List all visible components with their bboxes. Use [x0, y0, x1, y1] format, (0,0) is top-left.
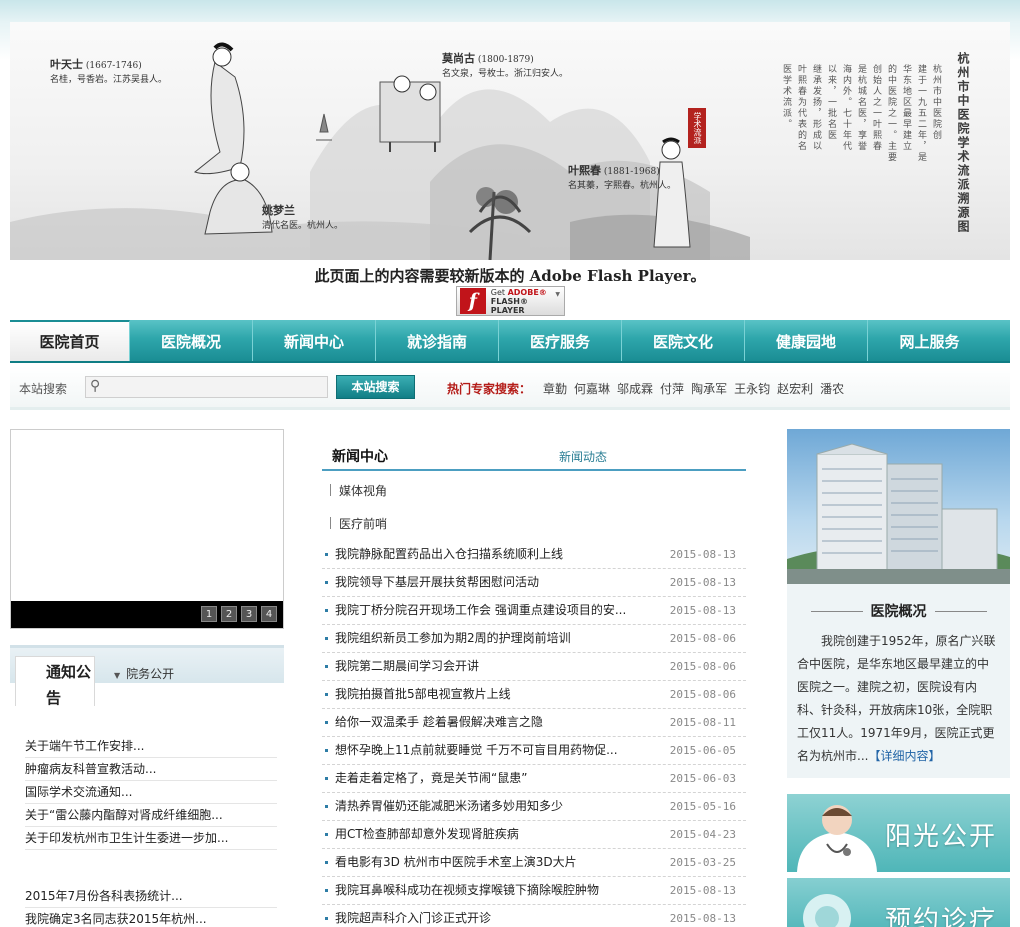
hot-expert-link[interactable]: 何嘉琳 [574, 380, 610, 397]
news-item[interactable]: 我院超声科介入门诊正式开诊 2015-08-13 [322, 905, 746, 927]
appointment-text: 预约诊疗 [885, 906, 998, 927]
notice-item[interactable]: 关于印发杭州市卫生计生委进一步加... [25, 827, 277, 850]
news-item[interactable]: 我院第二期晨间学习会开讲 2015-08-06 [322, 653, 746, 681]
hot-expert-link[interactable]: 陶承军 [691, 380, 727, 397]
triangle-down-icon: ▼ [114, 671, 121, 680]
news-item[interactable]: 我院拍摄首批5部电视宣教片上线 2015-08-06 [322, 681, 746, 709]
search-input-box[interactable]: ⚲ [85, 376, 328, 398]
hospital-building-image [787, 429, 1010, 584]
flash-logo-icon: f [460, 288, 486, 314]
news-item[interactable]: 想怀孕晚上11点前就要睡觉 千万不可盲目用药物促... 2015-06-05 [322, 737, 746, 765]
notice-item[interactable]: 关于“雷公藤内酯醇对肾成纤维细胞... [25, 804, 277, 827]
news-item[interactable]: 我院静脉配置药品出入仓扫描系统顺利上线 2015-08-13 [322, 541, 746, 569]
nav-item-guide[interactable]: 就诊指南 [376, 320, 499, 361]
sunshine-public-text: 阳光公开 [885, 822, 998, 852]
news-item[interactable]: 清热养胃催奶还能减肥米汤诸多妙用知多少 2015-05-16 [322, 793, 746, 821]
hot-expert-link[interactable]: 赵宏利 [777, 380, 813, 397]
search-button[interactable]: 本站搜索 [336, 375, 415, 399]
banner-body-col: 的中医院之一。主要 [886, 64, 896, 163]
news-item[interactable]: 我院组织新员工参加为期2周的护理岗前培训 2015-08-06 [322, 625, 746, 653]
hospital-overview-panel: 医院概况 我院创建于1952年，原名广兴联合中医院，是华东地区最早建立的中医院之… [787, 429, 1010, 778]
news-item[interactable]: 我院丁桥分院召开现场工作会 强调重点建设项目的安... 2015-08-13 [322, 597, 746, 625]
search-label: 本站搜索 [19, 382, 68, 396]
notice-list: 关于端午节工作安排... 肿瘤病友科普宣教活动... 国际学术交流通知... 关… [25, 735, 277, 850]
banner-body-col: 继承发扬，形成以 [811, 64, 821, 152]
news-item[interactable]: 我院领导下基层开展扶贫帮困慰问活动 2015-08-13 [322, 569, 746, 597]
news-list: 我院静脉配置药品出入仓扫描系统顺利上线 2015-08-13 我院领导下基层开展扶… [322, 541, 746, 927]
notice-tab-bar: 通知公告 ▼ 院务公开 [10, 645, 284, 707]
nav-item-news[interactable]: 新闻中心 [253, 320, 376, 361]
search-input[interactable] [110, 378, 324, 396]
nav-item-health[interactable]: 健康园地 [745, 320, 868, 361]
slider-page-button[interactable]: 4 [261, 606, 277, 622]
news-item[interactable]: 用CT检查肺部却意外发现肾脏疾病 2015-04-23 [322, 821, 746, 849]
overview-text: 我院创建于1952年，原名广兴联合中医院，是华东地区最早建立的中医院之一。建院之… [797, 634, 996, 763]
hot-experts-list: 章勤 何嘉琳 邬成霖 付萍 陶承军 王永钧 赵宏利 潘农 [543, 380, 844, 397]
slider-control-bar: 1 2 3 4 [11, 601, 283, 628]
hot-expert-link[interactable]: 潘农 [820, 380, 844, 397]
banner-body-col: 杭州市中医院创 [931, 64, 941, 141]
nav-item-culture[interactable]: 医院文化 [622, 320, 745, 361]
flash-upgrade-message: 此页面上的内容需要较新版本的 Adobe Flash Player。 [314, 267, 706, 285]
news-item[interactable]: 我院耳鼻喉科成功在视频支撑喉镜下摘除喉腔肿物 2015-08-13 [322, 877, 746, 905]
caption-mo-shanggu: 莫尚古 (1800-1879) 名文泉，号枚士。浙江归安人。 [442, 52, 569, 79]
image-slider: 1 2 3 4 [10, 429, 284, 629]
nav-item-home[interactable]: 医院首页 [10, 320, 130, 361]
nav-item-overview[interactable]: 医院概况 [130, 320, 253, 361]
hot-expert-link[interactable]: 王永钧 [734, 380, 770, 397]
notice-item[interactable]: 关于端午节工作安排... [25, 735, 277, 758]
notice-item[interactable]: 国际学术交流通知... [25, 781, 277, 804]
sunshine-public-banner[interactable]: 阳光公开 [787, 794, 1010, 872]
news-section-title[interactable]: 新闻中心 [332, 446, 388, 466]
overview-title[interactable]: 医院概况 [787, 601, 1010, 621]
notice-item[interactable]: 肿瘤病友科普宣教活动... [25, 758, 277, 781]
hot-expert-link[interactable]: 邬成霖 [617, 380, 653, 397]
banner-title: 杭州市中医院学术流派溯源图 [956, 52, 970, 234]
tab-hospital-affairs[interactable]: ▼ 院务公开 [114, 665, 174, 682]
appointment-banner[interactable]: 预约诊疗 [787, 878, 1010, 927]
news-item[interactable]: 给你一双温柔手 趁着暑假解决难言之隐 2015-08-11 [322, 709, 746, 737]
banner-body-col: 叶熙春为代表的名 [796, 64, 806, 152]
news-dynamics-link[interactable]: 新闻动态 [559, 448, 607, 465]
main-nav: 医院首页 医院概况 新闻中心 就诊指南 医疗服务 医院文化 健康园地 网上服务 [10, 320, 1010, 363]
caption-ye-tianshi: 叶天士 (1667-1746) 名桂，号香岩。江苏吴县人。 [50, 58, 168, 85]
red-seal-stamp: 学术流派 [688, 108, 706, 148]
caption-yao-menglan: 姚梦兰 清代名医。杭州人。 [262, 204, 344, 231]
news-item[interactable]: 走着走着定格了，竟是关节闹“鼠患” 2015-06-03 [322, 765, 746, 793]
notice-item[interactable]: 我院确定3名同志获2015年杭州... [25, 908, 277, 927]
news-header: 新闻中心 新闻动态 [322, 440, 746, 471]
read-more-link[interactable]: 【详细内容】 [868, 749, 940, 763]
hot-expert-link[interactable]: 章勤 [543, 380, 567, 397]
banner-body-col: 创始人之一叶熙春 [871, 64, 881, 152]
banner-body-col: 华东地区最早建立 [901, 64, 911, 152]
news-category-media[interactable]: 媒体视角 [330, 482, 387, 499]
banner-body-col: 医学术流派。 [781, 64, 791, 130]
slider-page-button[interactable]: 3 [241, 606, 257, 622]
banner-body-col: 建于一九五二年，是 [916, 64, 926, 163]
notice-panel: 通知公告 ▼ 院务公开 关于端午节工作安排... 肿瘤病友科普宣教活动... 国际… [10, 645, 284, 927]
flash-banner: 杭州市中医院学术流派溯源图 杭州市中医院创 建于一九五二年，是 华东地区最早建立… [10, 22, 1010, 260]
search-bar: 本站搜索 ⚲ 本站搜索 热门专家搜索： 章勤 何嘉琳 邬成霖 付萍 陶承军 王永… [10, 366, 1010, 410]
banner-body-col: 以来，一批名医 [826, 64, 836, 141]
hot-expert-link[interactable]: 付萍 [660, 380, 684, 397]
get-flash-player-button[interactable]: f Get ADOBE® FLASH® PLAYER ▼ [456, 286, 565, 316]
download-arrow-icon: ▼ [555, 291, 560, 298]
notice-item[interactable]: 2015年7月份各科表扬统计... [25, 885, 277, 908]
affairs-list: 2015年7月份各科表扬统计... 我院确定3名同志获2015年杭州... [25, 885, 277, 927]
news-item[interactable]: 看电影有3D 杭州市中医院手术室上演3D大片 2015-03-25 [322, 849, 746, 877]
caption-ye-xichun: 叶熙春 (1881-1968) 名其蓁，字熙春。杭州人。 [568, 164, 677, 191]
search-icon: ⚲ [90, 378, 101, 394]
nav-item-medical-services[interactable]: 医疗服务 [499, 320, 622, 361]
banner-body-col: 海内外。七十年代 [841, 64, 851, 152]
news-category-frontline[interactable]: 医疗前哨 [330, 515, 387, 532]
slider-page-button[interactable]: 1 [201, 606, 217, 622]
tab-notices[interactable]: 通知公告 [15, 656, 95, 707]
banner-body-col: 是杭城名医，享誉 [856, 64, 866, 152]
slider-page-button[interactable]: 2 [221, 606, 237, 622]
nav-item-online-services[interactable]: 网上服务 [868, 320, 991, 361]
hot-experts-label: 热门专家搜索： [447, 382, 532, 396]
